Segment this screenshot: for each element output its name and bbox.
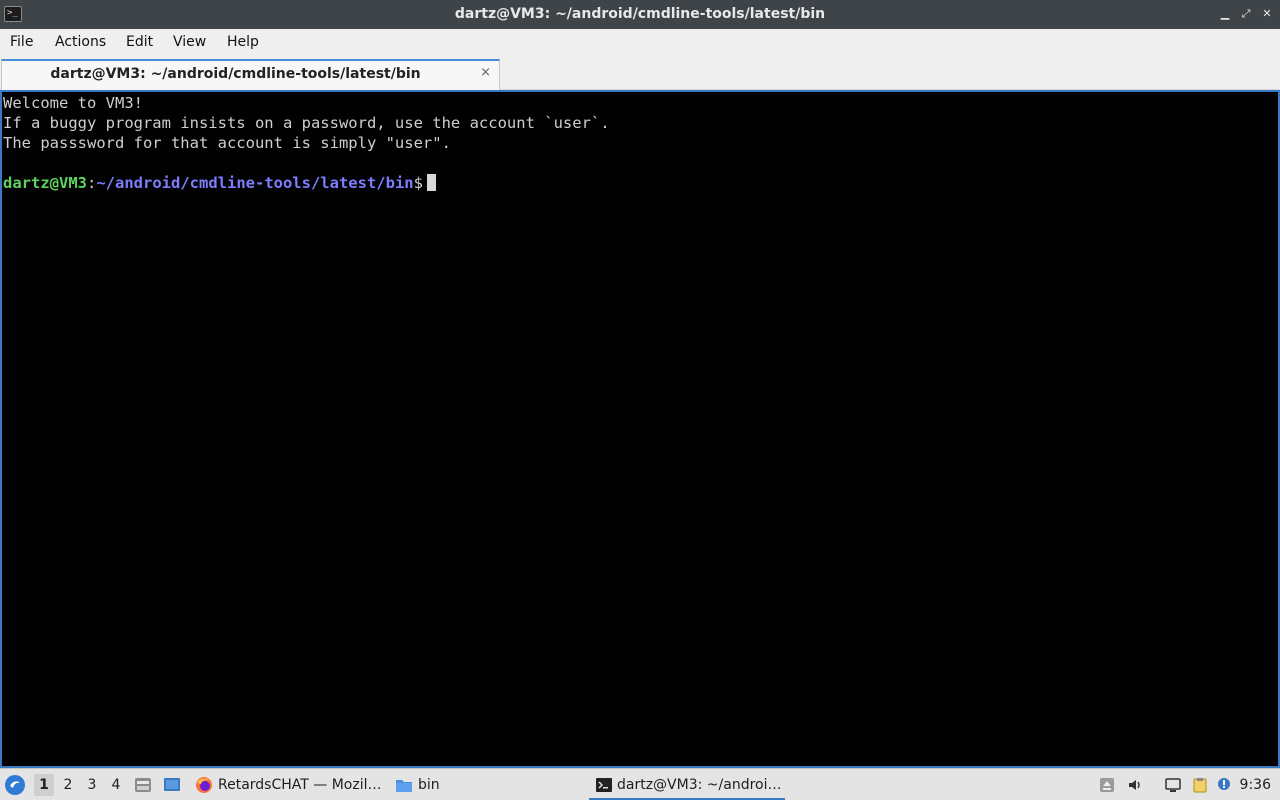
workspace-4[interactable]: 4 <box>106 774 126 796</box>
terminal-prompt[interactable]: dartz@VM3:~/android/cmdline-tools/latest… <box>3 173 1278 193</box>
close-icon[interactable]: ✕ <box>1259 6 1275 22</box>
tab-bar: dartz@VM3: ~/android/cmdline-tools/lates… <box>0 57 1280 90</box>
workspace-2[interactable]: 2 <box>58 774 78 796</box>
menu-actions[interactable]: Actions <box>55 34 106 50</box>
tab-close-icon[interactable]: × <box>480 65 491 80</box>
terminal-icon[interactable] <box>595 776 613 794</box>
workspace-3[interactable]: 3 <box>82 774 102 796</box>
terminal-line: If a buggy program insists on a password… <box>3 114 610 132</box>
tab-terminal[interactable]: dartz@VM3: ~/android/cmdline-tools/lates… <box>1 59 500 90</box>
prompt-symbol: $ <box>413 174 423 192</box>
tab-label: dartz@VM3: ~/android/cmdline-tools/lates… <box>50 66 421 82</box>
task-firefox-label[interactable]: RetardsCHAT — Mozil… <box>218 769 382 800</box>
clipboard-icon[interactable] <box>1192 777 1208 793</box>
eject-icon[interactable] <box>1099 777 1115 793</box>
window-title: dartz@VM3: ~/android/cmdline-tools/lates… <box>454 6 826 22</box>
task-terminal-label[interactable]: dartz@VM3: ~/androi… <box>617 769 781 800</box>
start-menu-icon[interactable] <box>5 775 25 795</box>
terminal-line: Welcome to VM3! <box>3 94 143 112</box>
menu-edit[interactable]: Edit <box>126 34 153 50</box>
text-cursor <box>426 174 436 191</box>
prompt-user-host: dartz@VM3 <box>3 174 87 192</box>
terminal-area[interactable]: Welcome to VM3! If a buggy program insis… <box>0 90 1280 768</box>
taskbar: 1 2 3 4 RetardsCHAT — Mozil… bin dartz@V… <box>0 768 1280 800</box>
update-notifier-icon[interactable] <box>1216 777 1232 793</box>
menu-view[interactable]: View <box>173 34 206 50</box>
network-icon[interactable] <box>1165 777 1181 793</box>
minimize-icon[interactable]: ▁ <box>1217 6 1233 22</box>
volume-icon[interactable] <box>1127 777 1143 793</box>
prompt-path: ~/android/cmdline-tools/latest/bin <box>96 174 414 192</box>
firefox-icon[interactable] <box>195 776 213 794</box>
terminal-line: The passsword for that account is simply… <box>3 134 451 152</box>
task-folder-label[interactable]: bin <box>418 769 440 800</box>
restore-icon[interactable]: ⤢ <box>1238 6 1254 22</box>
prompt-separator: : <box>87 174 97 192</box>
workspace-1[interactable]: 1 <box>34 774 54 796</box>
window-titlebar[interactable]: >_ dartz@VM3: ~/android/cmdline-tools/la… <box>0 0 1280 29</box>
menu-file[interactable]: File <box>10 34 33 50</box>
desktop-icon[interactable] <box>163 776 181 794</box>
menu-help[interactable]: Help <box>227 34 259 50</box>
file-manager-icon[interactable] <box>134 776 152 794</box>
menu-bar: File Actions Edit View Help <box>0 29 1280 57</box>
clock[interactable]: 9:36 <box>1240 769 1271 800</box>
folder-icon[interactable] <box>395 776 413 794</box>
